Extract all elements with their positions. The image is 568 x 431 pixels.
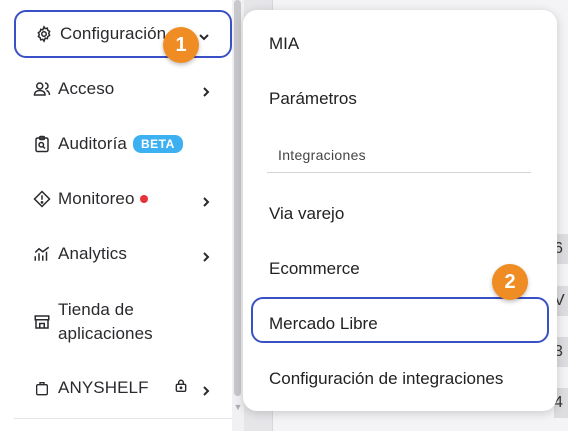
chevron-down-icon [198, 28, 210, 41]
sidebar-item-label: Auditoría [58, 134, 127, 153]
chevron-right-icon [200, 193, 212, 207]
sidebar-item-acceso[interactable]: Acceso [14, 76, 232, 102]
sidebar-divider [14, 418, 232, 419]
users-icon [32, 79, 52, 99]
sidebar-item-label: Configuración [60, 24, 167, 43]
sidebar [0, 0, 232, 431]
menu-item-mercado-libre[interactable]: Mercado Libre [269, 314, 378, 334]
sidebar-item-analytics[interactable]: Analytics [14, 241, 232, 267]
step-badge-1: 1 [163, 27, 199, 63]
clipboard-search-icon [32, 134, 52, 154]
sidebar-item-label: Tienda de [58, 300, 134, 319]
lock-icon [174, 378, 188, 399]
menu-divider [267, 172, 531, 173]
menu-item-mia[interactable]: MIA [269, 34, 299, 54]
step-badge-2: 2 [492, 264, 528, 300]
sidebar-item-tienda[interactable]: Tienda de aplicaciones [14, 297, 232, 347]
menu-item-parametros[interactable]: Parámetros [269, 89, 357, 109]
sidebar-scrollbar-thumb[interactable] [234, 0, 241, 396]
configuracion-dropdown-menu: MIA Parámetros Integraciones Via varejo … [243, 10, 557, 411]
menu-item-configuracion-integraciones[interactable]: Configuración de integraciones [269, 369, 503, 389]
chevron-right-icon [200, 83, 212, 97]
store-icon [32, 312, 52, 332]
status-dot [139, 195, 148, 203]
menu-item-ecommerce[interactable]: Ecommerce [269, 259, 360, 279]
bag-icon [32, 378, 52, 398]
sidebar-item-configuracion[interactable]: Configuración [14, 10, 232, 58]
sidebar-item-label: Monitoreo [58, 189, 135, 208]
sidebar-item-label: ANYSHELF [58, 378, 149, 397]
sidebar-item-monitoreo[interactable]: Monitoreo [14, 186, 232, 212]
chevron-right-icon [200, 382, 212, 396]
gear-icon [34, 24, 54, 44]
sidebar-item-auditoria[interactable]: Auditoría BETA [14, 131, 232, 157]
sidebar-item-anyshelf[interactable]: ANYSHELF [14, 375, 232, 401]
sidebar-item-label: aplicaciones [58, 324, 153, 343]
sidebar-item-label: Acceso [58, 79, 115, 98]
chart-icon [32, 244, 52, 264]
menu-section-integraciones: Integraciones [278, 147, 366, 163]
beta-badge: BETA [132, 135, 183, 153]
scroll-down-arrow-icon[interactable]: ▼ [233, 402, 243, 412]
sidebar-item-label: Analytics [58, 244, 127, 263]
diamond-alert-icon [32, 189, 52, 209]
chevron-right-icon [200, 248, 212, 262]
menu-item-via-varejo[interactable]: Via varejo [269, 204, 344, 224]
sidebar-item-label-wrap: Tienda de aplicaciones [58, 298, 153, 346]
